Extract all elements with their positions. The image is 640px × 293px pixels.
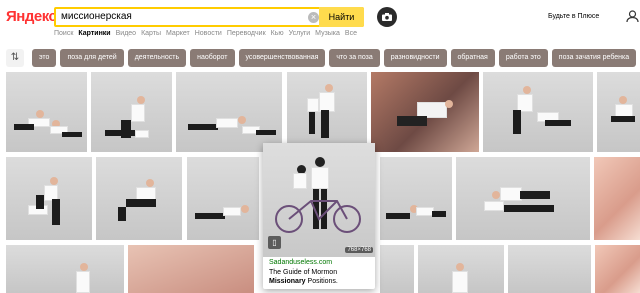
image-preview-card[interactable]: ▯ 768×768 Sadanduseless.com The Guide of… <box>263 143 375 289</box>
nav-item-video[interactable]: Видео <box>116 30 136 37</box>
image-description[interactable]: The Guide of Mormon Missionary Positions… <box>269 268 373 286</box>
image-thumbnail[interactable] <box>380 245 414 293</box>
source-link[interactable]: Sadanduseless.com <box>269 259 332 266</box>
bookmark-icon[interactable]: ▯ <box>268 236 281 249</box>
image-thumbnail[interactable] <box>418 245 504 293</box>
nav-item-all[interactable]: Все <box>345 30 357 37</box>
image-thumbnail[interactable] <box>597 72 640 152</box>
image-thumbnail[interactable] <box>483 72 593 152</box>
image-thumbnail[interactable] <box>508 245 591 293</box>
chip[interactable]: разновидности <box>383 49 447 67</box>
image-thumbnail[interactable] <box>187 157 259 240</box>
image-thumbnail[interactable] <box>96 157 182 240</box>
image-thumbnail[interactable] <box>380 157 452 240</box>
nav-item-translate[interactable]: Переводчик <box>227 30 266 37</box>
search-nav: Поиск Картинки Видео Карты Маркет Новости Пере… <box>54 30 362 37</box>
chip[interactable]: поза для детей <box>60 49 124 67</box>
filter-bar: ⇅ это поза для детей деятельность наоборот у… <box>0 47 640 69</box>
nav-item-maps[interactable]: Карты <box>141 30 161 37</box>
plus-promo-link[interactable]: Будьте в Плюсе <box>548 13 599 20</box>
suggestion-chips: это поза для детей деятельность наоборот усо… <box>32 49 640 67</box>
chip[interactable]: наоборот <box>190 49 235 67</box>
logo-text: Яндекс <box>6 8 57 25</box>
nav-item-search[interactable]: Поиск <box>54 30 73 37</box>
camera-icon[interactable] <box>377 7 397 27</box>
chip[interactable]: поза зачатия ребенка <box>551 49 637 67</box>
image-thumbnail[interactable] <box>6 157 92 240</box>
chip[interactable]: что за поза <box>329 49 380 67</box>
user-icon[interactable] <box>625 10 640 22</box>
image-thumbnail[interactable] <box>91 72 172 152</box>
chip[interactable]: деятельность <box>127 49 187 67</box>
nav-item-services[interactable]: Услуги <box>289 30 311 37</box>
description-text: The Guide of Mormon <box>269 269 338 276</box>
sliders-icon[interactable]: ⇅ <box>6 49 24 67</box>
description-highlight: Missionary <box>269 278 306 285</box>
search-input[interactable]: миссионерская <box>61 11 132 22</box>
image-thumbnail[interactable] <box>371 72 479 152</box>
header: Яндекс миссионерская × Найти Поиск Картин… <box>0 0 640 44</box>
nav-item-images[interactable]: Картинки <box>78 30 110 37</box>
nav-item-news[interactable]: Новости <box>195 30 222 37</box>
image-dimensions: 768×768 <box>345 247 373 253</box>
nav-item-q[interactable]: Кью <box>271 30 284 37</box>
chip[interactable]: усовершенствованная <box>238 49 326 67</box>
chip[interactable]: это <box>32 49 57 67</box>
image-thumbnail[interactable] <box>287 72 367 152</box>
image-thumbnail[interactable] <box>6 245 124 293</box>
chip[interactable]: работа это <box>498 49 548 67</box>
find-button[interactable]: Найти <box>319 7 364 27</box>
image-thumbnail[interactable] <box>594 157 640 240</box>
chip[interactable]: обратная <box>450 49 495 67</box>
image-thumbnail[interactable] <box>176 72 282 152</box>
search-box[interactable]: миссионерская × <box>54 7 364 27</box>
yandex-logo[interactable]: Яндекс <box>6 8 57 25</box>
nav-item-music[interactable]: Музыка <box>315 30 340 37</box>
description-tail: Positions. <box>305 278 338 285</box>
nav-item-market[interactable]: Маркет <box>166 30 190 37</box>
image-thumbnail[interactable] <box>456 157 590 240</box>
image-thumbnail[interactable] <box>6 72 87 152</box>
image-thumbnail[interactable] <box>595 245 640 293</box>
close-icon[interactable]: × <box>308 12 319 23</box>
image-thumbnail[interactable] <box>128 245 254 293</box>
